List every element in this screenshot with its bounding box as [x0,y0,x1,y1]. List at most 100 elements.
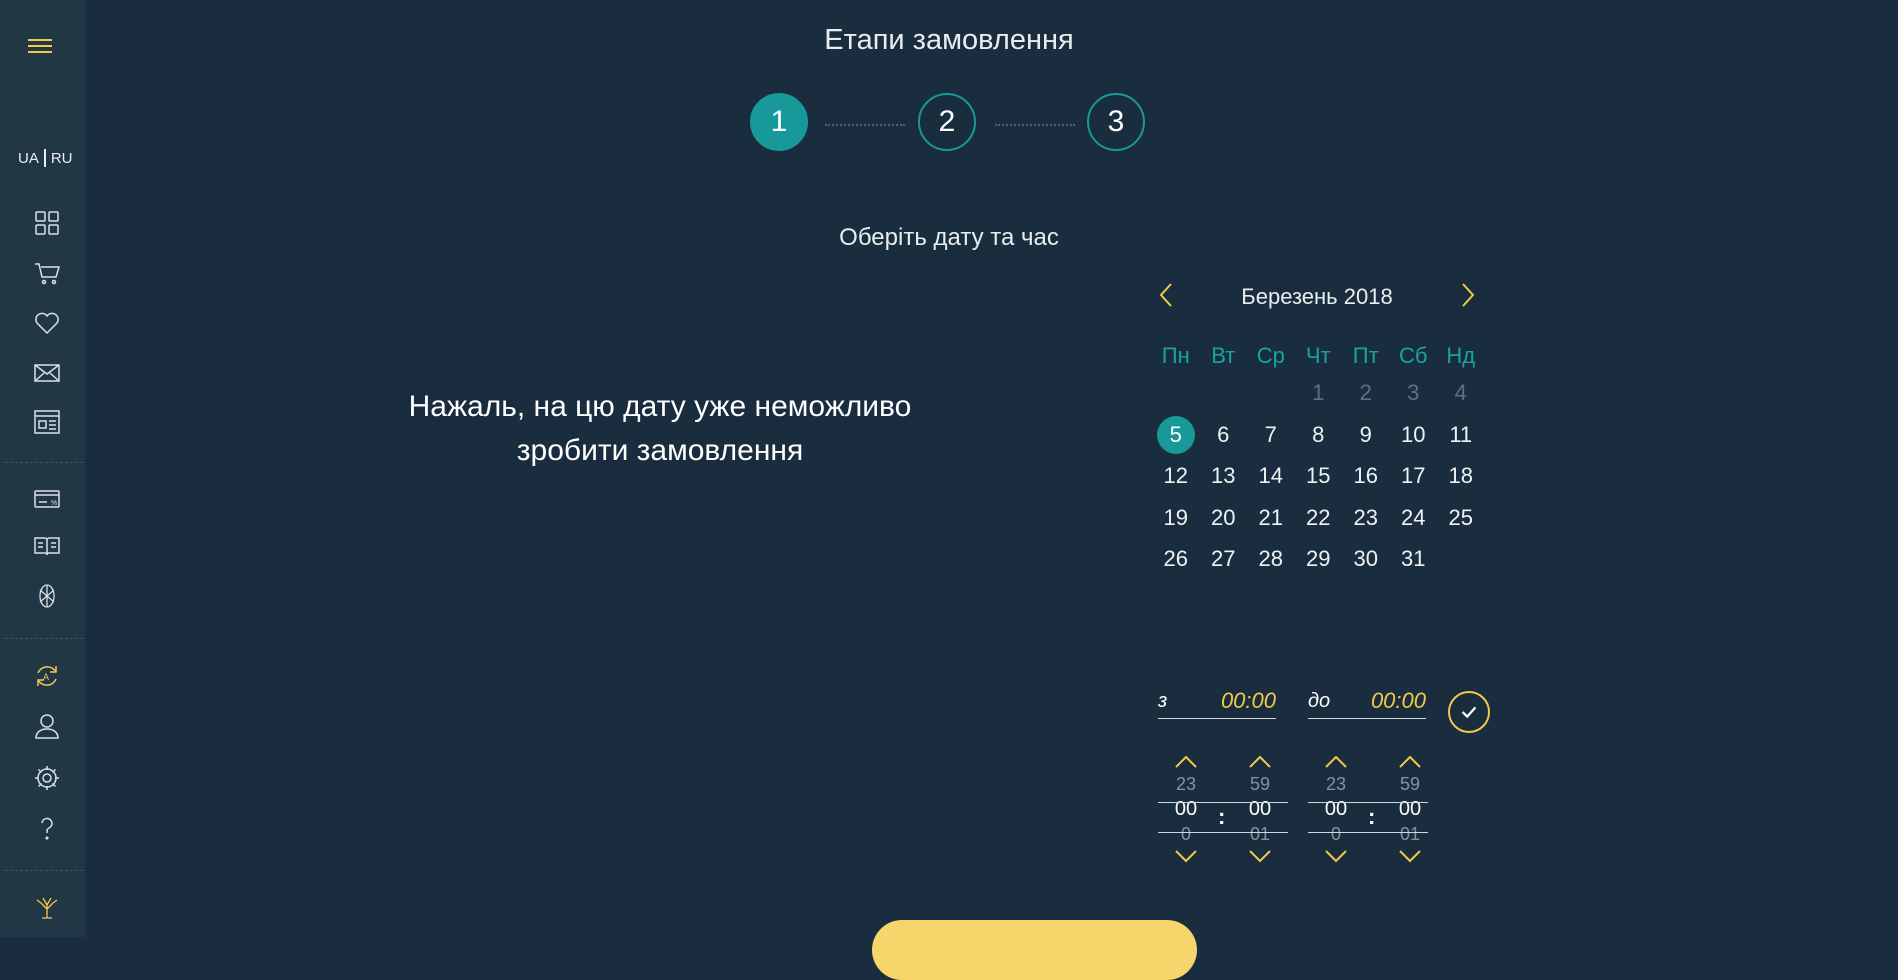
minute-up-button[interactable] [1395,752,1425,772]
calendar-day[interactable]: 18 [1437,457,1485,495]
calendar-day[interactable]: 28 [1247,540,1295,578]
time-from-value: 00:00 [1220,688,1276,713]
calendar-day[interactable]: 7 [1247,416,1295,454]
picker-line [1158,802,1288,803]
chevron-up-icon [1249,755,1271,768]
lang-ru[interactable]: RU [51,150,73,167]
calendar-day[interactable]: 3 [1390,374,1438,412]
step-1[interactable]: 1 [750,93,808,151]
hour-prev: 23 [1175,774,1197,794]
calendar-week: 1234 [1152,374,1485,412]
calendar-day[interactable]: 20 [1200,499,1248,537]
calendar-day[interactable]: 9 [1342,416,1390,454]
sidebar-divider [5,638,83,639]
step-3[interactable]: 3 [1087,93,1145,151]
calendar-week: 5 6 7 8 9 10 11 [1152,415,1485,454]
chevron-down-icon [1175,850,1197,863]
sidebar-item-recipes[interactable] [25,528,69,564]
sidebar-item-favorites[interactable] [25,305,69,341]
minute-down-button[interactable] [1245,846,1275,866]
step-2[interactable]: 2 [918,93,976,151]
calendar-day[interactable]: 6 [1200,416,1248,454]
calendar-day[interactable]: 29 [1295,540,1343,578]
message-line-1: Нажаль, на цю дату уже неможливо [408,390,912,423]
time-from-label: з [1158,690,1168,712]
next-month-button[interactable] [1452,280,1482,310]
sidebar-divider [5,870,83,871]
calendar-day[interactable]: 5 [1152,415,1200,454]
calendar-day[interactable]: 25 [1437,499,1485,537]
book-icon [34,537,60,556]
sidebar-item-auto-order[interactable]: A [25,658,69,694]
calendar-day[interactable]: 17 [1390,457,1438,495]
minute-prev: 59 [1249,774,1271,794]
hour-up-button[interactable] [1171,752,1201,772]
sidebar-item-cart[interactable] [25,255,69,291]
calendar-day[interactable]: 23 [1342,499,1390,537]
minute-current[interactable]: 00 [1232,796,1288,822]
minute-up-button[interactable] [1245,752,1275,772]
calendar-day[interactable]: 31 [1390,540,1438,578]
calendar-day[interactable]: 19 [1152,499,1200,537]
sidebar-item-profile[interactable] [25,708,69,744]
picker-line [1158,832,1288,833]
calendar-week: 12 13 14 15 16 17 18 [1152,457,1485,495]
hour-current[interactable]: 00 [1158,796,1214,822]
calendar-day[interactable]: 15 [1295,457,1343,495]
time-colon: : [1218,804,1226,829]
calendar-day[interactable]: 8 [1295,416,1343,454]
calendar-day[interactable]: 24 [1390,499,1438,537]
calendar-empty-cell [1200,374,1248,412]
minute-prev: 59 [1399,774,1421,794]
page-title: Етапи замовлення [824,24,1074,56]
sidebar-item-help[interactable] [25,810,69,846]
time-from-field[interactable]: з 00:00 [1158,688,1276,719]
minute-current[interactable]: 00 [1382,796,1438,822]
calendar-day[interactable]: 4 [1437,374,1485,412]
calendar-day[interactable]: 27 [1200,540,1248,578]
hour-current[interactable]: 00 [1308,796,1364,822]
calendar-day[interactable]: 30 [1342,540,1390,578]
settings-icon [35,766,59,790]
sidebar-item-news[interactable] [25,404,69,440]
calendar-day[interactable]: 10 [1390,416,1438,454]
calendar-day[interactable]: 13 [1200,457,1248,495]
sidebar-item-catalog[interactable] [25,205,69,241]
hour-down-button[interactable] [1321,846,1351,866]
hour-up-button[interactable] [1321,752,1351,772]
flower-icon [39,584,55,608]
chevron-up-icon [1325,755,1347,768]
next-step-button[interactable] [872,920,1197,980]
sidebar-item-settings[interactable] [25,760,69,796]
grid-icon [35,211,59,235]
calendar-day[interactable]: 16 [1342,457,1390,495]
heart-icon [35,312,59,335]
step-connector [825,124,905,126]
sidebar-item-messages[interactable] [25,355,69,391]
lang-ua[interactable]: UA [18,150,39,167]
calendar-day[interactable]: 2 [1342,374,1390,412]
calendar-day[interactable]: 1 [1295,374,1343,412]
minute-next: 01 [1399,824,1421,844]
calendar-day[interactable]: 21 [1247,499,1295,537]
section-subtitle: Оберіть дату та час [839,224,1059,251]
sidebar-item-flower[interactable] [25,578,69,614]
calendar-day[interactable]: 22 [1295,499,1343,537]
calendar-day[interactable]: 12 [1152,457,1200,495]
hour-down-button[interactable] [1171,846,1201,866]
calendar-day[interactable]: 11 [1437,416,1485,454]
svg-text:%: % [51,500,57,507]
menu-button[interactable] [18,28,62,64]
mail-icon [34,364,60,382]
calendar-day[interactable]: 14 [1247,457,1295,495]
lang-separator [43,149,46,167]
weekday-label: Вт [1211,343,1236,368]
calendar-day[interactable]: 26 [1152,540,1200,578]
logo[interactable] [25,888,69,924]
sidebar-item-discounts[interactable]: % [25,481,69,517]
confirm-time-button[interactable] [1448,691,1490,733]
time-to-field[interactable]: до 00:00 [1308,688,1426,719]
minute-down-button[interactable] [1395,846,1425,866]
tree-logo-icon [36,897,58,919]
sidebar: UA RU % A [0,0,85,937]
